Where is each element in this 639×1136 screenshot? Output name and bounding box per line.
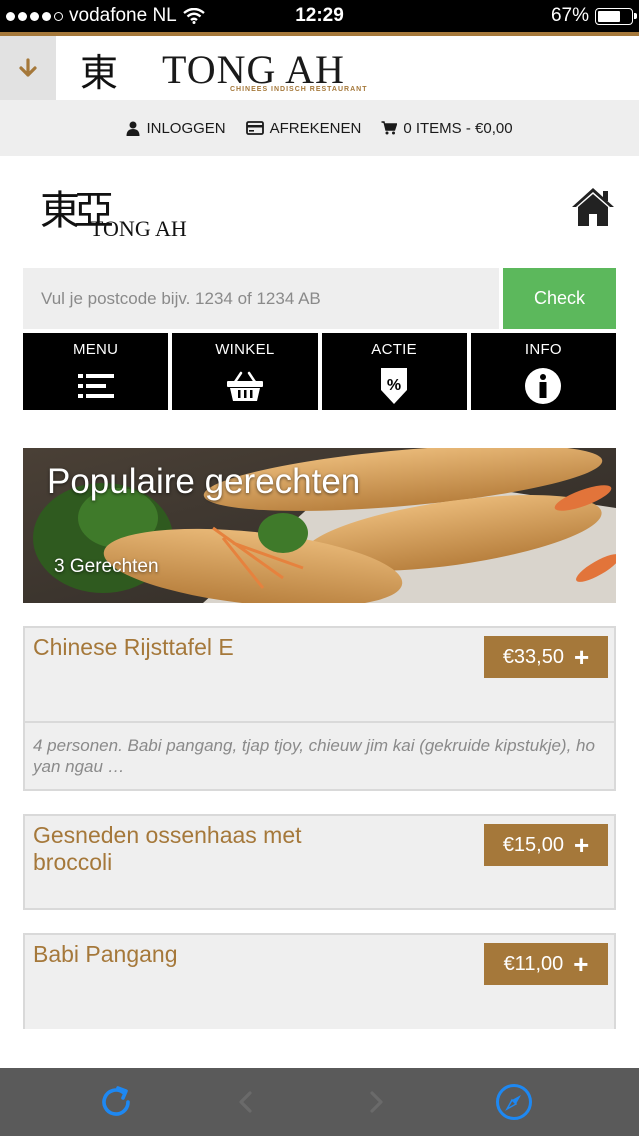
browser-toolbar xyxy=(0,1068,639,1136)
login-label: INLOGGEN xyxy=(146,119,226,137)
arrow-down-icon xyxy=(19,58,37,77)
product-description: 4 personen. Babi pangang, tjap tjoy, chi… xyxy=(25,721,614,789)
forward-arrow-icon xyxy=(370,1091,383,1113)
compass-icon xyxy=(496,1084,532,1120)
reload-button[interactable] xyxy=(96,1082,136,1122)
plus-icon: + xyxy=(573,830,590,860)
app-header: 東亞 TONG AH CHINEES INDISCH RESTAURANT xyxy=(0,36,639,150)
open-in-browser-button[interactable] xyxy=(494,1082,534,1122)
tile-info-label: INFO xyxy=(524,341,562,358)
plus-icon: + xyxy=(573,949,589,979)
add-to-cart-button[interactable]: €15,00 + xyxy=(484,824,608,866)
product-price: €33,50 xyxy=(502,645,564,668)
cart-summary: 0 ITEMS - €0,00 xyxy=(403,119,513,137)
battery-status: 67% xyxy=(550,5,637,27)
brand-subtitle: CHINEES INDISCH RESTAURANT xyxy=(230,86,368,93)
plus-icon: + xyxy=(573,642,590,672)
tile-info[interactable]: INFO xyxy=(470,333,616,410)
back-nav-button[interactable] xyxy=(226,1082,266,1122)
tile-shop-label: WINKEL xyxy=(215,341,275,358)
checkout-link[interactable]: AFREKENEN xyxy=(245,119,362,137)
top-nav: INLOGGEN AFREKENEN 0 ITEMS - €0,00 xyxy=(0,100,639,156)
popular-dishes-banner[interactable]: Populaire gerechten 3 Gerechten xyxy=(23,448,616,603)
clock: 12:29 xyxy=(295,5,344,26)
product-card[interactable]: Chinese Rijsttafel E €33,50 + 4 personen… xyxy=(23,626,616,791)
collapse-button[interactable] xyxy=(0,36,56,100)
product-price: €15,00 xyxy=(502,833,564,856)
product-name: Chinese Rijsttafel E xyxy=(33,634,234,660)
tile-menu-label: MENU xyxy=(72,341,119,358)
tile-shop[interactable]: WINKEL xyxy=(172,333,318,410)
site-logo[interactable]: 東亞 TONG AH xyxy=(40,178,210,248)
battery-icon xyxy=(595,7,637,25)
info-icon xyxy=(524,366,562,406)
list-icon xyxy=(76,366,116,406)
cart-icon xyxy=(381,121,398,135)
product-card[interactable]: Babi Pangang €11,00 + xyxy=(23,933,616,1029)
site-logo-name: TONG AH xyxy=(90,216,187,241)
status-bar: vodafone NL 12:29 67% xyxy=(0,0,639,32)
tile-menu[interactable]: MENU xyxy=(23,333,169,410)
add-to-cart-button[interactable]: €11,00 + xyxy=(484,943,608,985)
reload-icon xyxy=(102,1086,130,1116)
cart-link[interactable]: 0 ITEMS - €0,00 xyxy=(381,119,513,137)
product-price: €11,00 xyxy=(503,952,564,975)
product-name: Babi Pangang xyxy=(33,941,178,967)
banner-title: Populaire gerechten xyxy=(47,462,361,501)
product-name: Gesneden ossenhaas met broccoli xyxy=(33,822,302,875)
checkout-label: AFREKENEN xyxy=(269,119,362,137)
banner-dish-count: 3 Gerechten xyxy=(54,556,159,577)
tile-deals[interactable]: ACTIE % xyxy=(321,333,467,410)
credit-card-icon xyxy=(245,121,264,135)
svg-text:%: % xyxy=(387,377,401,394)
login-link[interactable]: INLOGGEN xyxy=(126,119,226,137)
add-to-cart-button[interactable]: €33,50 + xyxy=(484,636,608,678)
discount-tag-icon: % xyxy=(377,366,411,406)
check-button[interactable]: Check xyxy=(503,268,616,329)
home-icon[interactable] xyxy=(570,186,616,228)
battery-percent: 67% xyxy=(550,5,589,26)
forward-nav-button[interactable] xyxy=(356,1082,396,1122)
product-card[interactable]: Gesneden ossenhaas met broccoli €15,00 + xyxy=(23,814,616,910)
postcode-input[interactable] xyxy=(23,268,499,329)
back-arrow-icon xyxy=(239,1091,252,1113)
category-tiles: MENU WINKEL ACTIE % INFO xyxy=(23,333,616,410)
basket-icon xyxy=(225,366,265,406)
tile-deals-label: ACTIE xyxy=(371,341,417,358)
user-icon xyxy=(126,121,140,136)
